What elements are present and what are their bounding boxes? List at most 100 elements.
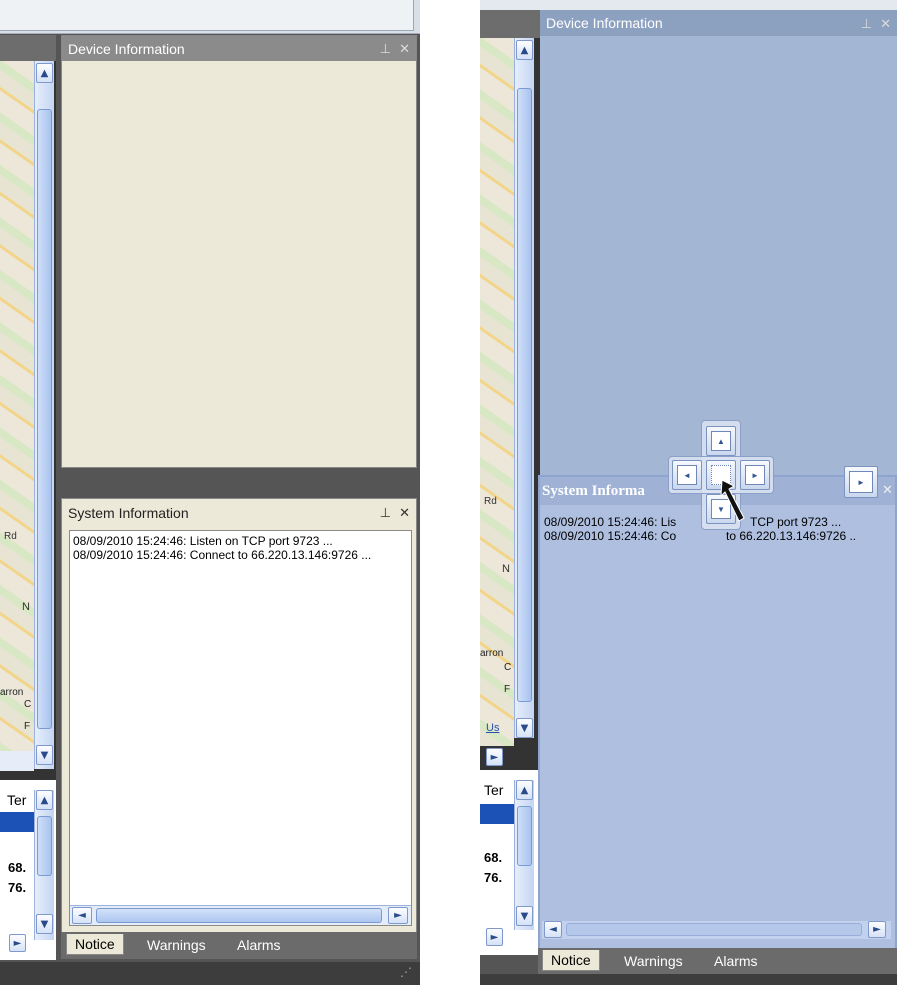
log-line-2-start: 08/09/2010 15:24:46: Co — [544, 529, 677, 543]
chevron-up-icon: ▲ — [520, 44, 529, 56]
tab-warnings[interactable]: Warnings — [139, 935, 214, 955]
map-label-us[interactable]: Us — [486, 722, 499, 734]
list-panel: Ter 68. 76. ▲ ▼ ► — [480, 770, 540, 955]
system-info-title-bar[interactable]: System Information ⊥ ✕ — [62, 499, 416, 526]
map-scroll-right-button[interactable]: ► — [486, 748, 503, 766]
map-scroll-thumb[interactable] — [517, 88, 532, 702]
list-selected-row[interactable] — [0, 812, 34, 832]
list-column-header[interactable]: Ter — [7, 792, 26, 808]
dock-left-button[interactable]: ◄ — [672, 460, 702, 490]
map-label-c: C — [24, 699, 32, 710]
list-scroll-right-button[interactable]: ► — [9, 934, 26, 952]
list-scroll-thumb[interactable] — [37, 816, 52, 876]
tab-notice[interactable]: Notice — [542, 950, 600, 971]
mouse-pointer-icon — [720, 479, 745, 522]
status-strip — [480, 974, 897, 985]
dock-left-indicator: ◄ — [677, 465, 697, 485]
list-vscrollbar[interactable]: ▲ ▼ — [34, 790, 54, 940]
tab-warnings[interactable]: Warnings — [616, 951, 691, 971]
chevron-left-icon: ◄ — [549, 924, 557, 935]
close-icon[interactable]: ✕ — [882, 483, 893, 498]
map-scroll-down-button[interactable]: ▼ — [36, 745, 53, 765]
pin-icon[interactable]: ⊥ — [861, 17, 872, 32]
list-scroll-up-button[interactable]: ▲ — [36, 790, 53, 810]
list-value-1: 68. — [484, 850, 503, 865]
map-label-f: F — [504, 684, 511, 695]
list-scroll-thumb[interactable] — [517, 806, 532, 866]
pin-icon[interactable]: ⊥ — [380, 42, 391, 57]
resize-grip-icon[interactable]: ⋰ — [400, 965, 412, 979]
log-line-1: 08/09/2010 15:24:46: Listen on TCP port … — [73, 534, 333, 548]
map-panel: Rd N arron C F Us ▲ ▼ ► — [480, 10, 540, 770]
arrow-left-icon: ◄ — [683, 470, 691, 480]
map-scroll-thumb[interactable] — [37, 109, 52, 729]
map-view[interactable]: Rd N arron C F Us — [0, 61, 34, 771]
chevron-right-icon: ► — [490, 751, 499, 763]
dock-top-indicator: ▲ — [711, 431, 731, 451]
device-info-panel: Device Information ⊥ ✕ — [61, 35, 417, 468]
list-scroll-down-button[interactable]: ▼ — [36, 914, 53, 934]
pin-icon[interactable]: ⊥ — [380, 506, 391, 521]
map-scroll-down-button[interactable]: ▼ — [516, 718, 533, 738]
map-vscrollbar[interactable]: ▲ ▼ — [514, 38, 534, 738]
chevron-up-icon: ▲ — [40, 67, 49, 79]
log-line-2-end: to 66.220.13.146:9726 .. — [726, 529, 857, 543]
list-value-2: 76. — [8, 880, 27, 895]
chevron-right-icon: ► — [13, 937, 22, 949]
log-hscrollbar[interactable]: ◄ ► — [70, 905, 411, 925]
close-icon[interactable]: ✕ — [880, 17, 891, 32]
arrow-up-icon: ▲ — [717, 436, 725, 446]
chevron-up-icon: ▲ — [520, 784, 529, 796]
device-info-title-bar[interactable]: Device Information ⊥ ✕ — [62, 36, 416, 61]
map-scroll-up-button[interactable]: ▲ — [36, 63, 53, 83]
log-scroll-right-button[interactable]: ► — [388, 907, 408, 924]
device-info-title: Device Information — [546, 15, 663, 31]
right-screenshot: Rd N arron C F Us ▲ ▼ ► Ter 68. 76. ▲ ▼ … — [480, 0, 897, 985]
top-toolbar-inner — [0, 0, 414, 31]
device-info-title-bar[interactable]: Device Information ⊥ ✕ — [540, 10, 897, 36]
list-scroll-up-button[interactable]: ▲ — [516, 780, 533, 800]
tab-notice[interactable]: Notice — [66, 934, 124, 955]
map-panel: Rd N arron C F Us ▲ ▼ ► — [0, 35, 56, 805]
chevron-down-icon: ▼ — [520, 722, 529, 734]
list-scroll-down-button[interactable]: ▼ — [516, 906, 533, 926]
close-icon[interactable]: ✕ — [399, 42, 410, 57]
log-scroll-thumb[interactable] — [96, 908, 382, 923]
chevron-left-icon: ◄ — [78, 910, 86, 921]
map-scroll-up-button[interactable]: ▲ — [516, 40, 533, 60]
system-log-box[interactable]: 08/09/2010 15:24:46: Listen on TCP port … — [69, 530, 412, 926]
list-vscrollbar[interactable]: ▲ ▼ — [514, 780, 534, 930]
map-label-arron: arron — [0, 687, 24, 698]
dock-top-button[interactable]: ▲ — [706, 426, 736, 456]
bottom-tab-strip: Notice Warnings Alarms — [61, 932, 417, 959]
map-label-f: F — [24, 721, 31, 732]
log-line-2: 08/09/2010 15:24:46: Connect to 66.220.1… — [73, 548, 372, 562]
list-value-1: 68. — [8, 860, 27, 875]
map-view[interactable]: Rd N arron C F Us — [480, 38, 514, 746]
chevron-down-icon: ▼ — [520, 910, 529, 922]
list-scroll-right-button[interactable]: ► — [486, 928, 503, 946]
dock-far-right-indicator: ► — [849, 471, 873, 493]
left-screenshot: Rd N arron C F Us ▲ ▼ ► Ter 68. 76. ▲ ▼ … — [0, 0, 420, 985]
log-scroll-left-button[interactable]: ◄ — [544, 921, 562, 938]
map-label-n: N — [502, 563, 510, 575]
list-selected-row[interactable] — [480, 804, 514, 824]
tab-alarms[interactable]: Alarms — [706, 951, 766, 971]
tab-alarms[interactable]: Alarms — [229, 935, 289, 955]
dock-far-right-button[interactable]: ► — [844, 466, 878, 498]
map-header-bar — [480, 10, 540, 38]
log-hscrollbar[interactable]: ◄ ► — [542, 921, 891, 939]
chevron-down-icon: ▼ — [40, 749, 49, 761]
map-vscrollbar[interactable]: ▲ ▼ — [34, 61, 54, 769]
map-label-rd: Rd — [4, 531, 17, 542]
list-column-header[interactable]: Ter — [484, 782, 503, 798]
log-scroll-thumb[interactable] — [566, 923, 862, 936]
close-icon[interactable]: ✕ — [399, 506, 410, 521]
list-value-2: 76. — [484, 870, 503, 885]
log-scroll-right-button[interactable]: ► — [868, 921, 886, 938]
device-info-body — [62, 61, 416, 467]
log-scroll-left-button[interactable]: ◄ — [72, 907, 92, 924]
system-info-title: System Informa — [542, 483, 645, 499]
top-bar-strip — [480, 0, 897, 10]
chevron-up-icon: ▲ — [40, 794, 49, 806]
